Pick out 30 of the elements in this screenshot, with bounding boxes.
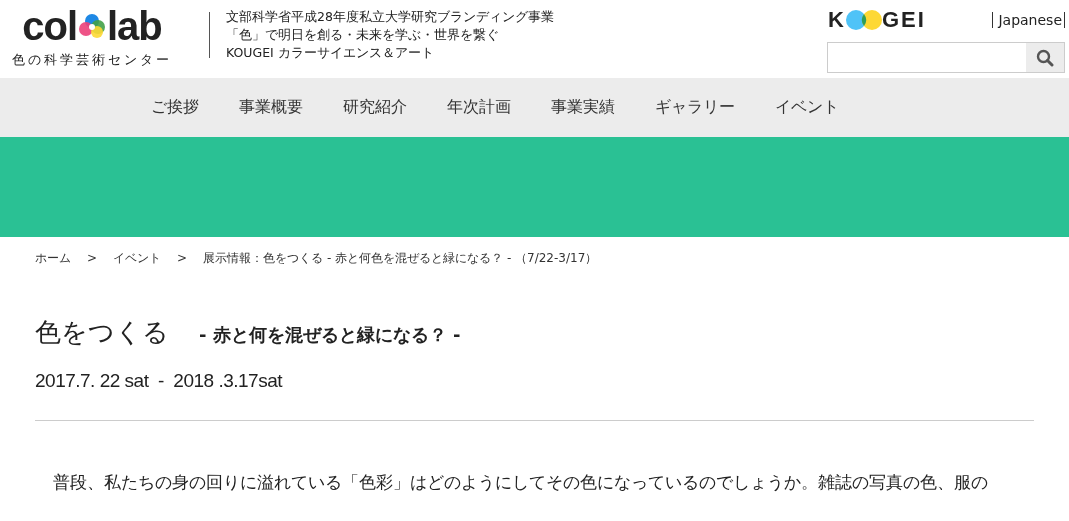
nav-link[interactable]: 事業実績 bbox=[550, 97, 615, 118]
search-icon bbox=[1036, 48, 1054, 67]
nav-link[interactable]: ギャラリー bbox=[654, 97, 735, 118]
search-field[interactable] bbox=[827, 42, 1065, 73]
brand-text: GEI bbox=[881, 7, 926, 33]
date-range: 2017.7. 22 sat - 2018 .3.17sat bbox=[35, 370, 284, 392]
nav-link[interactable]: 研究紹介 bbox=[342, 97, 407, 118]
breadcrumb-link[interactable]: ホーム bbox=[35, 249, 71, 267]
page-subtitle: - 赤と何を混ぜると緑になる？ - bbox=[199, 323, 461, 347]
tagline-text: 文部科学省平成28年度私立大学研究ブランディング事業 bbox=[226, 8, 554, 26]
body-text: 普段、私たちの身の回りに溢れている「色彩」はどのようにしてその色になっているのでしょうか。雑誌の写真の色、服の bbox=[53, 471, 989, 494]
logo-text: col bbox=[22, 4, 77, 48]
tagline-text: 「色」で明日を創る・未来を学ぶ・世界を繋ぐ bbox=[226, 26, 500, 44]
breadcrumb-link[interactable]: 展示情報：色をつくる - 赤と何色を混ぜると緑になる？ - （7/22-3/17） bbox=[203, 249, 598, 267]
nav-link[interactable]: 事業概要 bbox=[238, 97, 303, 118]
breadcrumb-link[interactable]: イベント bbox=[113, 249, 162, 267]
page-title: 色をつくる bbox=[35, 316, 169, 349]
nav-link[interactable]: 年次計画 bbox=[446, 97, 511, 118]
nav-link[interactable]: イベント bbox=[774, 97, 839, 118]
tagline-text: KOUGEI カラーサイエンス＆アート bbox=[226, 44, 435, 62]
color-circles-icon bbox=[78, 12, 106, 40]
breadcrumb-separator: > bbox=[87, 251, 98, 265]
language-link[interactable]: Japanese bbox=[992, 12, 1065, 28]
breadcrumb-separator: > bbox=[177, 251, 188, 265]
nav-link[interactable]: ご挨拶 bbox=[150, 97, 199, 118]
overlapping-circles-icon bbox=[845, 10, 882, 30]
logo-subtitle: 色の科学芸術センター bbox=[12, 51, 172, 69]
search-button[interactable] bbox=[1026, 43, 1064, 72]
brand-letter: K bbox=[828, 7, 846, 33]
logo-text: lab bbox=[107, 4, 162, 48]
